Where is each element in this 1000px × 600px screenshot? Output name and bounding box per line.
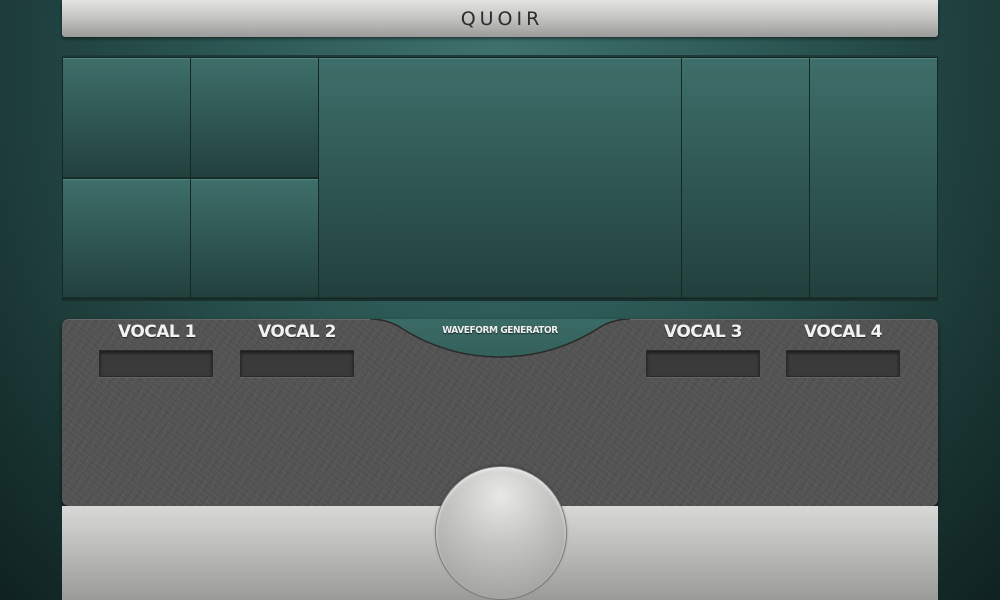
vocal-1-label: VOCAL 1	[117, 322, 197, 342]
vocal-1-slot[interactable]	[99, 350, 213, 377]
pad-4[interactable]	[190, 178, 319, 299]
pad-6[interactable]	[809, 57, 938, 299]
vocal-3-label: VOCAL 3	[663, 322, 743, 342]
display-panel[interactable]	[318, 57, 682, 299]
app-logo: QUOIR	[460, 7, 544, 30]
pad-grid	[62, 55, 938, 301]
vocal-4-slot[interactable]	[786, 350, 900, 377]
title-bar: QUOIR	[62, 0, 938, 37]
vocal-3-slot[interactable]	[646, 350, 760, 377]
vocal-2-slot[interactable]	[240, 350, 354, 377]
pad-1[interactable]	[62, 57, 191, 179]
rotary-knob-icon[interactable]	[436, 467, 566, 599]
vocal-2-label: VOCAL 2	[257, 322, 337, 342]
pad-2[interactable]	[190, 57, 319, 179]
vocal-4-label: VOCAL 4	[803, 322, 883, 342]
pad-5[interactable]	[681, 57, 810, 299]
waveform-generator-label: WAVEFORM GENERATOR	[442, 325, 558, 336]
pad-3[interactable]	[62, 178, 191, 299]
